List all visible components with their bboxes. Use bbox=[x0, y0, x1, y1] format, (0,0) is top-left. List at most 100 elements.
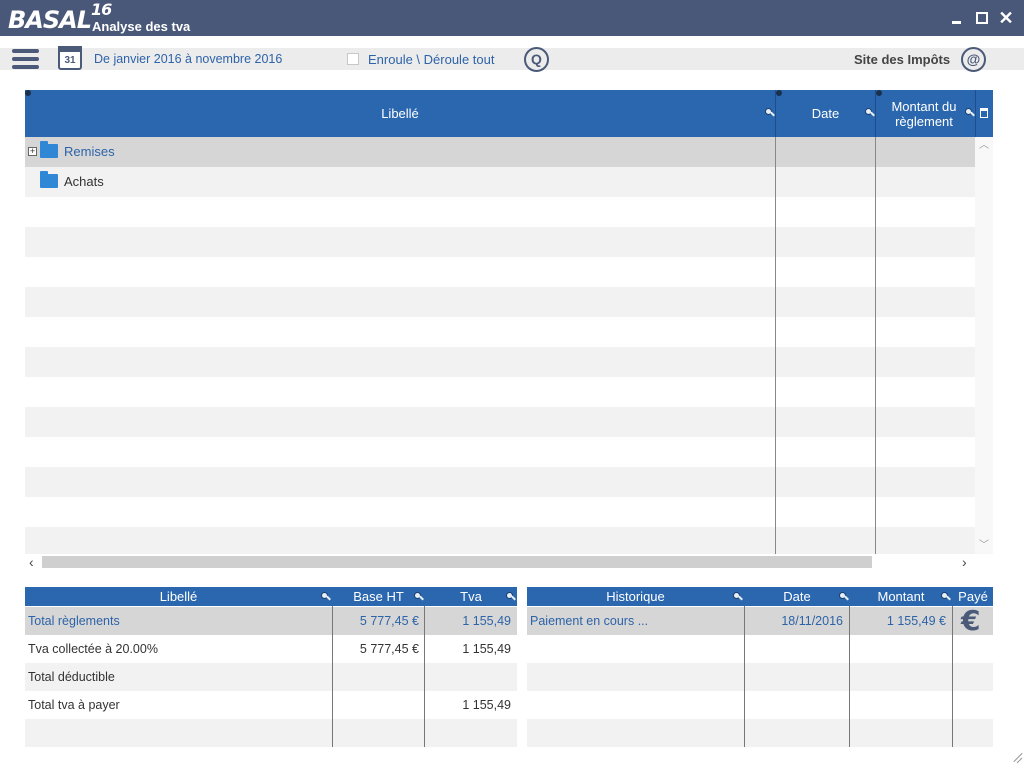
table-row[interactable]: Achats bbox=[25, 167, 975, 197]
row-tva: 1 155,49 bbox=[462, 642, 511, 656]
empty-row bbox=[25, 437, 975, 467]
column-header-libelle[interactable]: Libellé bbox=[25, 90, 775, 137]
scroll-up-icon[interactable]: ︿ bbox=[979, 141, 989, 151]
column-divider bbox=[332, 606, 333, 747]
row-tva bbox=[425, 663, 511, 691]
empty-row bbox=[25, 197, 975, 227]
history-header: Historique Date Montant Payé bbox=[527, 587, 993, 606]
grid-header: Libellé Date Montant du règlement bbox=[25, 90, 993, 137]
column-divider bbox=[775, 137, 776, 554]
row-date: 18/11/2016 bbox=[781, 614, 843, 628]
column-divider bbox=[875, 137, 876, 554]
column-header-libelle[interactable]: Libellé bbox=[25, 587, 332, 606]
table-row[interactable]: Total déductible bbox=[25, 663, 517, 691]
table-row[interactable]: Tva collectée à 20.00% 5 777,45 € 1 155,… bbox=[25, 635, 517, 663]
column-header-montant[interactable]: Montant bbox=[850, 587, 952, 606]
scroll-thumb[interactable] bbox=[42, 556, 872, 568]
empty-row bbox=[25, 527, 975, 554]
app-window: BASAL16 Analyse des tva ✕ 31 De janvier … bbox=[0, 0, 1024, 768]
row-label: Total règlements bbox=[28, 614, 120, 628]
empty-row bbox=[25, 719, 517, 747]
column-header-date[interactable]: Date bbox=[776, 90, 875, 137]
maximize-icon[interactable] bbox=[973, 10, 989, 26]
euro-icon[interactable]: € bbox=[961, 607, 980, 635]
empty-row bbox=[25, 257, 975, 287]
table-row[interactable]: Paiement en cours ... 18/11/2016 1 155,4… bbox=[527, 607, 993, 635]
folder-icon bbox=[40, 141, 58, 158]
sort-icon[interactable] bbox=[941, 592, 950, 601]
column-header-montant[interactable]: Montant du règlement bbox=[876, 90, 972, 137]
row-label: Total tva à payer bbox=[28, 698, 120, 712]
window-title: Analyse des tva bbox=[92, 19, 191, 34]
row-amount: 1 155,49 € bbox=[886, 614, 946, 628]
sort-icon[interactable] bbox=[839, 592, 848, 601]
empty-row bbox=[25, 467, 975, 497]
at-icon[interactable]: @ bbox=[961, 47, 986, 72]
row-base-ht: 5 777,45 € bbox=[359, 614, 419, 628]
column-divider bbox=[849, 606, 850, 747]
sort-icon[interactable] bbox=[733, 592, 742, 601]
sort-icon[interactable] bbox=[506, 592, 515, 601]
column-header-historique[interactable]: Historique bbox=[527, 587, 744, 606]
row-tva: 1 155,49 bbox=[462, 698, 511, 712]
vertical-scrollbar[interactable]: ︿ ﹀ bbox=[975, 137, 993, 554]
column-divider bbox=[744, 606, 745, 747]
tva-summary-table: Libellé Base HT Tva Total règlements 5 7… bbox=[25, 587, 517, 747]
scroll-left-icon[interactable]: ‹ bbox=[29, 554, 34, 570]
column-divider bbox=[424, 606, 425, 747]
row-label: Total déductible bbox=[28, 670, 115, 684]
sort-icon[interactable] bbox=[865, 108, 874, 117]
menu-icon[interactable] bbox=[12, 49, 39, 71]
expand-all-checkbox[interactable] bbox=[347, 53, 359, 65]
summary-header: Libellé Base HT Tva bbox=[25, 587, 517, 606]
empty-row bbox=[25, 497, 975, 527]
table-row[interactable]: Total tva à payer 1 155,49 bbox=[25, 691, 517, 719]
column-header-base-ht[interactable]: Base HT bbox=[333, 587, 424, 606]
row-label: Achats bbox=[64, 174, 104, 189]
empty-row bbox=[25, 407, 975, 437]
sort-icon[interactable] bbox=[765, 108, 774, 117]
row-label: Remises bbox=[64, 144, 115, 159]
row-base-ht bbox=[333, 691, 419, 719]
row-base-ht bbox=[333, 663, 419, 691]
tax-site-link[interactable]: Site des Impôts bbox=[854, 52, 950, 67]
sort-icon[interactable] bbox=[321, 592, 330, 601]
empty-row bbox=[527, 691, 993, 719]
row-label: Paiement en cours ... bbox=[530, 614, 649, 628]
payment-history-table: Historique Date Montant Payé Paiement en… bbox=[527, 587, 993, 747]
horizontal-scrollbar[interactable]: ‹ › bbox=[25, 554, 975, 570]
expand-all-label[interactable]: Enroule \ Déroule tout bbox=[368, 52, 494, 67]
table-row[interactable]: + Remises bbox=[25, 137, 975, 167]
scroll-down-icon[interactable]: ﹀ bbox=[979, 541, 989, 551]
column-divider bbox=[952, 606, 953, 747]
row-base-ht: 5 777,45 € bbox=[359, 642, 419, 656]
column-divider bbox=[975, 90, 976, 137]
empty-row bbox=[527, 719, 993, 747]
row-tva: 1 155,49 bbox=[462, 614, 511, 628]
row-label: Tva collectée à 20.00% bbox=[28, 642, 158, 656]
resize-grip-icon[interactable] bbox=[1010, 752, 1022, 764]
empty-row bbox=[25, 377, 975, 407]
period-selector[interactable]: De janvier 2016 à novembre 2016 bbox=[94, 52, 282, 66]
empty-row bbox=[25, 287, 975, 317]
empty-row bbox=[527, 635, 993, 663]
close-icon[interactable]: ✕ bbox=[998, 9, 1014, 27]
minimize-icon[interactable] bbox=[948, 10, 964, 26]
operations-grid: Libellé Date Montant du règlement + Remi… bbox=[25, 90, 993, 570]
empty-row bbox=[25, 227, 975, 257]
sort-icon[interactable] bbox=[414, 592, 423, 601]
calendar-icon[interactable]: 31 bbox=[58, 46, 82, 70]
empty-row bbox=[25, 347, 975, 377]
search-web-icon[interactable]: Q bbox=[524, 47, 549, 72]
folder-icon bbox=[40, 171, 58, 188]
expand-icon[interactable]: + bbox=[28, 147, 37, 156]
title-bar: BASAL16 Analyse des tva ✕ bbox=[0, 0, 1024, 36]
empty-row bbox=[527, 663, 993, 691]
trash-icon[interactable] bbox=[980, 108, 988, 118]
sort-icon[interactable] bbox=[965, 108, 974, 117]
table-row[interactable]: Total règlements 5 777,45 € 1 155,49 bbox=[25, 607, 517, 635]
scroll-right-icon[interactable]: › bbox=[962, 554, 967, 570]
column-header-tva[interactable]: Tva bbox=[425, 587, 517, 606]
empty-row bbox=[25, 317, 975, 347]
column-header-date[interactable]: Date bbox=[745, 587, 849, 606]
